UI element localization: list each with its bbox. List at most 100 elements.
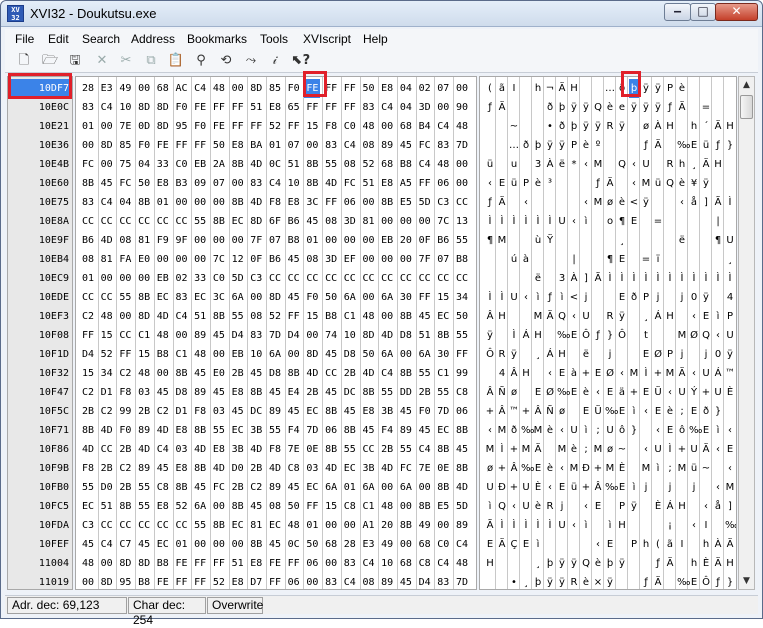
char-cell[interactable] (521, 155, 531, 174)
hex-byte[interactable]: 68 (155, 79, 171, 98)
char-cell[interactable] (557, 535, 567, 554)
hex-byte[interactable]: B8 (398, 155, 414, 174)
char-row[interactable]: ~ • ð þ ÿ ÿ Rÿ ø À Hh ´ Ä H (480, 117, 736, 136)
char-cell[interactable]: • (545, 117, 555, 136)
hex-byte[interactable]: FF (454, 345, 470, 364)
char-cell[interactable]: E (689, 136, 699, 155)
hex-byte[interactable]: 3B (230, 440, 246, 459)
hex-byte[interactable]: 52 (267, 117, 283, 136)
hex-byte[interactable]: 8B (454, 421, 470, 440)
hex-byte[interactable]: 0F (248, 250, 264, 269)
hex-byte[interactable]: 4D (99, 421, 115, 440)
char-cell[interactable]: ™ (509, 402, 519, 421)
menu-xviscript[interactable]: XVIscript (303, 32, 351, 46)
char-cell[interactable]: Ä (497, 193, 507, 212)
menu-help[interactable]: Help (363, 32, 388, 46)
hex-byte[interactable]: 00 (323, 554, 339, 573)
hex-byte[interactable]: FF (117, 345, 133, 364)
char-cell[interactable]: Ñ (545, 402, 555, 421)
hex-byte[interactable]: FE (211, 117, 227, 136)
hex-byte[interactable]: 8B (211, 516, 227, 535)
char-cell[interactable] (725, 79, 735, 98)
hex-byte[interactable]: 45 (342, 402, 358, 421)
hex-byte[interactable]: F8 (117, 383, 133, 402)
hex-byte[interactable]: 68 (323, 535, 339, 554)
hex-byte[interactable]: FF (192, 573, 208, 589)
char-cell[interactable]: ë (677, 231, 687, 250)
char-cell[interactable]: ø (605, 193, 615, 212)
hex-byte[interactable]: D7 (248, 573, 264, 589)
hex-byte[interactable]: CC (267, 269, 283, 288)
hex-byte[interactable]: CC (323, 364, 339, 383)
char-cell[interactable]: Ç (509, 535, 519, 554)
hex-byte[interactable]: 00 (417, 478, 433, 497)
char-cell[interactable]: + (485, 402, 495, 421)
hex-byte[interactable]: 50 (361, 79, 377, 98)
hex-byte[interactable]: 6A (417, 345, 433, 364)
char-cell[interactable]: ¬ (545, 79, 555, 98)
char-cell[interactable] (557, 250, 567, 269)
char-cell[interactable] (701, 212, 711, 231)
char-cell[interactable] (713, 79, 723, 98)
delete-icon[interactable]: ✕ (93, 52, 111, 70)
hex-byte[interactable]: EC (192, 288, 208, 307)
char-cell[interactable] (509, 231, 519, 250)
hex-byte[interactable]: 89 (379, 136, 395, 155)
hex-byte[interactable]: E8 (174, 421, 190, 440)
hex-byte[interactable]: 2B (230, 364, 246, 383)
char-cell[interactable]: ‹ (545, 364, 555, 383)
char-cell[interactable]: ¶ (485, 231, 495, 250)
hex-byte[interactable]: EF (342, 250, 358, 269)
hex-byte[interactable]: 07 (435, 79, 451, 98)
char-cell[interactable]: Ì (689, 269, 699, 288)
char-cell[interactable]: Á (713, 364, 723, 383)
hex-byte[interactable]: 2B (117, 440, 133, 459)
hex-byte[interactable]: FA (117, 250, 133, 269)
hex-byte[interactable]: 45 (248, 497, 264, 516)
char-cell[interactable]: à (569, 364, 579, 383)
char-pane[interactable]: (ã Ih ¬ Ä H… ð þ ÿ ÿ Pè ƒ Äð þ ÿ ÿ Qè e ÿ ÿ ÿ ƒ Ä = ~ • ð þ ÿ ÿ Rÿ ø À H… (479, 76, 737, 590)
hex-byte[interactable]: 00 (117, 269, 133, 288)
hex-byte[interactable]: 55 (80, 478, 96, 497)
hex-byte[interactable]: C1 (342, 307, 358, 326)
hex-byte[interactable]: 00 (286, 345, 302, 364)
char-cell[interactable]: R (569, 573, 579, 589)
hex-byte[interactable]: 50 (323, 288, 339, 307)
hex-byte[interactable]: 00 (304, 136, 320, 155)
hex-byte[interactable]: 55 (192, 516, 208, 535)
hex-byte[interactable]: 8B (136, 288, 152, 307)
char-cell[interactable] (593, 288, 603, 307)
hex-byte[interactable]: 00 (323, 231, 339, 250)
char-cell[interactable] (605, 497, 615, 516)
hex-byte[interactable]: 08 (80, 250, 96, 269)
hex-row[interactable]: 08 81 FA E0 00 00 00 7C 12 0F B6 45 08 3… (76, 250, 476, 269)
hex-byte[interactable]: 45 (267, 383, 283, 402)
hex-byte[interactable]: 00 (211, 345, 227, 364)
hex-byte[interactable]: 06 (286, 573, 302, 589)
char-cell[interactable]: E (605, 535, 615, 554)
char-cell[interactable] (713, 250, 723, 269)
hex-row[interactable]: 01 00 7E 0D 8D 95 F0 FE FF FF 52 FF 15 F… (76, 117, 476, 136)
char-cell[interactable]: E (641, 383, 651, 402)
hex-byte[interactable]: EB (230, 345, 246, 364)
char-cell[interactable] (629, 554, 639, 573)
hex-byte[interactable]: 8B (80, 174, 96, 193)
char-cell[interactable]: ë (581, 345, 591, 364)
char-cell[interactable]: ƒ (485, 98, 495, 117)
char-cell[interactable]: Ä (713, 554, 723, 573)
hex-byte[interactable]: 20 (398, 231, 414, 250)
hex-byte[interactable]: 48 (99, 307, 115, 326)
char-cell[interactable]: ‰ (521, 421, 534, 440)
hex-byte[interactable]: B8 (155, 554, 171, 573)
char-cell[interactable] (521, 117, 531, 136)
char-row[interactable]: ƒ Ä ‹ ‹ Mø è < ÿ ‹ å] Ã Ì (480, 193, 736, 212)
hex-byte[interactable]: 89 (192, 326, 208, 345)
char-cell[interactable] (713, 459, 723, 478)
char-cell[interactable]: ø (509, 383, 519, 402)
char-cell[interactable] (665, 193, 675, 212)
char-cell[interactable]: | (713, 212, 723, 231)
char-cell[interactable]: + (701, 383, 711, 402)
char-cell[interactable]: Ì (533, 212, 543, 231)
hex-byte[interactable]: 08 (342, 155, 358, 174)
hex-byte[interactable]: 8B (117, 497, 133, 516)
